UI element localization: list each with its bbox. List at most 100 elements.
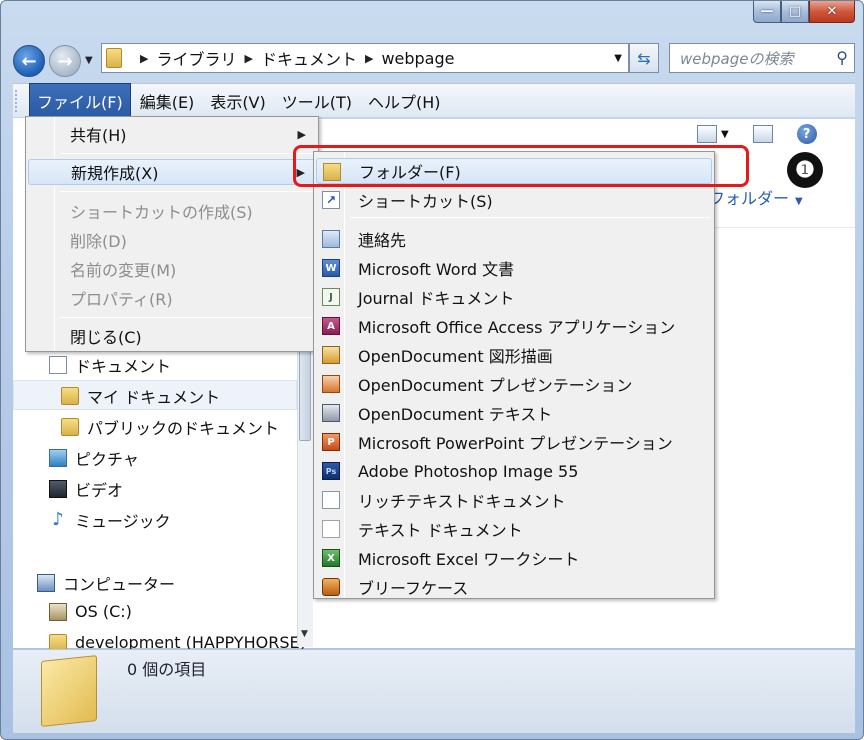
menu-item-label: Microsoft PowerPoint プレゼンテーション (358, 434, 673, 453)
refresh-button[interactable]: ⇆ (629, 43, 659, 73)
arrange-by-dropdown[interactable]: フォルダー ▼ (709, 185, 803, 209)
new-odt-item[interactable]: OpenDocument テキスト (316, 400, 712, 426)
maximize-button[interactable]: □ (781, 1, 809, 23)
menu-item-label: 閉じる(C) (70, 328, 142, 347)
new-shortcut-item[interactable]: ↗ ショートカット(S) (316, 187, 712, 213)
search-input[interactable]: webpageの検索 ⚲ (669, 43, 855, 73)
new-access-item[interactable]: A Microsoft Office Access アプリケーション (316, 313, 712, 339)
excel-icon: X (322, 549, 340, 567)
file-menu: 共有(H) ▶ 新規作成(X) ▶ ショートカットの作成(S) 削除(D) 名前… (25, 116, 319, 352)
arrange-label: フォルダー (709, 189, 790, 208)
nav-item-computer[interactable]: コンピューター (37, 571, 175, 595)
menu-item-label: ブリーフケース (358, 579, 469, 598)
menu-item-close[interactable]: 閉じる(C) (28, 323, 316, 349)
menu-item-label: 連絡先 (358, 231, 407, 250)
menu-tools[interactable]: ツール(T) (275, 84, 359, 118)
nav-item-my-documents[interactable]: マイ ドキュメント (61, 384, 220, 408)
menu-item-label: リッチテキストドキュメント (358, 492, 566, 511)
chevron-right-icon[interactable]: ▶ (365, 52, 373, 65)
close-button[interactable]: ✕ (809, 1, 855, 23)
nav-item-music[interactable]: ♪ ミュージック (49, 508, 171, 532)
new-text-item[interactable]: テキスト ドキュメント (316, 516, 712, 542)
menu-item-label: Microsoft Office Access アプリケーション (358, 318, 676, 337)
back-button[interactable]: ← (13, 45, 45, 77)
address-bar[interactable]: ▶ ライブラリ ▶ ドキュメント ▶ webpage ▼ (101, 43, 629, 73)
folder-icon (106, 48, 122, 68)
nav-item-label: マイ ドキュメント (87, 388, 221, 407)
menu-grip (15, 89, 21, 112)
odp-icon (322, 375, 340, 393)
new-excel-item[interactable]: X Microsoft Excel ワークシート (316, 545, 712, 571)
new-powerpoint-item[interactable]: P Microsoft PowerPoint プレゼンテーション (316, 429, 712, 455)
video-icon (49, 480, 67, 498)
submenu-arrow-icon: ▶ (297, 127, 306, 141)
menu-item-new[interactable]: 新規作成(X) ▶ (28, 159, 316, 185)
rtf-icon (322, 491, 340, 509)
column-divider (709, 227, 855, 228)
arrow-right-icon: → (57, 50, 73, 72)
nav-item-pictures[interactable]: ピクチャ (49, 446, 139, 470)
menu-item-delete[interactable]: 削除(D) (28, 227, 316, 253)
menu-file[interactable]: ファイル(F) (29, 82, 131, 119)
menu-edit[interactable]: 編集(E) (133, 84, 202, 118)
nav-item-label: パブリックのドキュメント (87, 419, 280, 438)
menu-item-rename[interactable]: 名前の変更(M) (28, 256, 316, 282)
preview-pane-button[interactable] (752, 125, 773, 143)
menu-item-create-shortcut[interactable]: ショートカットの作成(S) (28, 198, 316, 224)
address-dropdown-icon[interactable]: ▼ (614, 53, 622, 64)
photoshop-icon: Ps (322, 462, 340, 480)
change-view-button[interactable]: ▼ (697, 125, 729, 143)
help-icon[interactable]: ? (796, 124, 817, 144)
search-placeholder: webpageの検索 (680, 49, 794, 68)
nav-item-label: ミュージック (75, 512, 171, 531)
recent-pages-dropdown[interactable]: ▼ (85, 55, 93, 66)
breadcrumb-webpage[interactable]: webpage (381, 49, 454, 68)
forward-button[interactable]: → (49, 45, 81, 77)
new-rtf-item[interactable]: リッチテキストドキュメント (316, 487, 712, 513)
breadcrumb-libraries[interactable]: ライブラリ (156, 46, 236, 70)
menu-separator (350, 217, 710, 218)
pictures-icon (49, 449, 67, 467)
nav-item-label: OS (C:) (75, 602, 132, 621)
nav-item-label: ピクチャ (75, 450, 139, 469)
menu-item-label: Journal ドキュメント (358, 289, 515, 308)
nav-item-public-documents[interactable]: パブリックのドキュメント (61, 415, 279, 439)
menu-item-label: Microsoft Word 文書 (358, 260, 515, 279)
view-toolbar: ▼ ? (697, 124, 817, 144)
menu-item-label: ショートカットの作成(S) (70, 203, 253, 222)
refresh-icon: ⇆ (637, 48, 651, 68)
nav-item-documents[interactable]: ドキュメント (49, 353, 171, 377)
chevron-right-icon[interactable]: ▶ (244, 52, 252, 65)
new-odg-item[interactable]: OpenDocument 図形描画 (316, 342, 712, 368)
new-odp-item[interactable]: OpenDocument プレゼンテーション (316, 371, 712, 397)
menu-view[interactable]: 表示(V) (203, 84, 272, 118)
menu-item-label: Adobe Photoshop Image 55 (358, 461, 579, 481)
nav-item-label: コンピューター (63, 575, 176, 594)
menu-item-properties[interactable]: プロパティ(R) (28, 285, 316, 311)
search-icon[interactable]: ⚲ (836, 48, 848, 67)
minimize-button[interactable]: — (753, 1, 781, 23)
new-contact-item[interactable]: 連絡先 (316, 226, 712, 252)
odg-icon (322, 346, 340, 364)
chevron-down-icon: ▼ (721, 128, 729, 140)
scroll-down-icon[interactable]: ▼ (301, 629, 308, 639)
chevron-right-icon[interactable]: ▶ (140, 52, 148, 65)
new-briefcase-item[interactable]: ブリーフケース (316, 574, 712, 600)
journal-icon: J (322, 288, 340, 306)
menu-item-label: OpenDocument 図形描画 (358, 347, 553, 366)
breadcrumb-documents[interactable]: ドキュメント (261, 46, 357, 70)
new-journal-item[interactable]: J Journal ドキュメント (316, 284, 712, 310)
folder-icon (61, 387, 79, 405)
nav-item-videos[interactable]: ビデオ (49, 477, 123, 501)
menu-item-share[interactable]: 共有(H) ▶ (28, 121, 316, 147)
menu-item-label: テキスト ドキュメント (358, 521, 523, 540)
nav-item-os-drive[interactable]: OS (C:) (49, 602, 132, 621)
details-pane: 0 個の項目 (13, 649, 855, 733)
nav-scrollbar-thumb[interactable] (299, 341, 311, 441)
new-submenu: フォルダー(F) ↗ ショートカット(S) 連絡先 W Microsoft Wo… (313, 151, 715, 599)
new-word-item[interactable]: W Microsoft Word 文書 (316, 255, 712, 281)
new-photoshop-item[interactable]: Ps Adobe Photoshop Image 55 (316, 458, 712, 484)
menu-help[interactable]: ヘルプ(H) (361, 84, 448, 118)
drive-icon (49, 602, 67, 621)
folder-icon (41, 655, 97, 727)
